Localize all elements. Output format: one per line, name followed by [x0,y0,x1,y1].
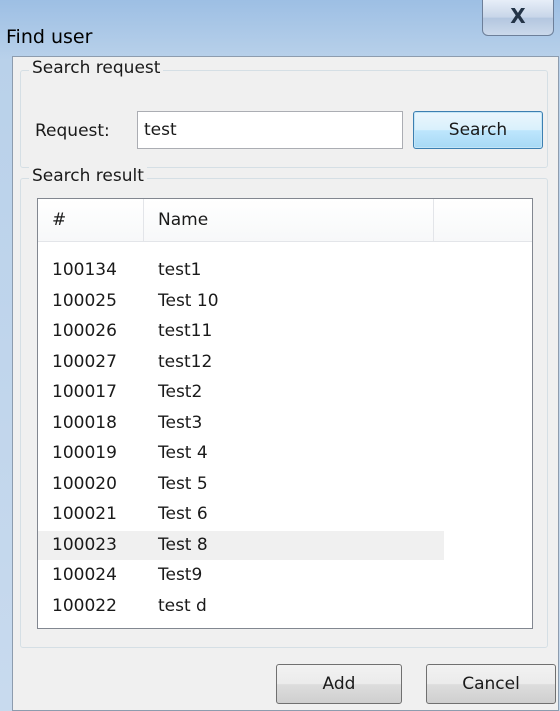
row-id: 100026 [52,321,117,341]
table-row[interactable]: 100027 test12 [38,348,444,377]
table-row[interactable]: 100020 Test 5 [38,470,444,499]
add-button[interactable]: Add [276,664,402,704]
row-name: Test2 [158,382,203,402]
row-name: test d [158,595,207,616]
find-user-dialog: Find user X Search request Request: Sear… [0,0,560,711]
row-id: 100019 [52,443,117,463]
row-name: Test 5 [158,473,208,494]
row-name: Test 8 [158,534,208,555]
close-button[interactable]: X [482,0,554,36]
table-row[interactable]: 100019 Test 4 [38,439,444,468]
column-header-spare[interactable] [434,199,532,241]
results-list[interactable]: # Name 100134 test1 100025 Test 10 100026 tes… [37,198,533,629]
row-id: 100027 [52,351,117,372]
search-result-legend: Search result [29,166,147,186]
table-row[interactable]: 100025 Test 10 [38,287,444,316]
table-row[interactable]: 100022 test d [38,592,444,621]
window-title: Find user [6,26,93,48]
row-id: 100025 [52,290,117,311]
row-id: 100018 [52,412,117,433]
table-row[interactable]: 100018 Test3 [38,409,444,438]
row-name: test1 [158,260,202,280]
request-input[interactable] [137,111,403,149]
table-row[interactable]: 100021 Test 6 [38,500,444,529]
column-header-name[interactable]: Name [144,199,434,241]
table-row[interactable]: 100134 test1 [38,256,444,285]
close-icon: X [510,4,526,28]
row-name: Test 6 [158,504,208,524]
row-name: Test 10 [158,290,219,311]
request-label: Request: [35,121,110,141]
row-id: 100021 [52,504,117,524]
row-name: test12 [158,351,213,372]
search-button[interactable]: Search [413,111,543,149]
row-id: 100017 [52,382,117,402]
list-header: # Name [38,199,532,242]
table-row[interactable]: 100017 Test2 [38,378,444,407]
row-name: Test9 [158,565,203,585]
dialog-body: Search request Request: Search Search re… [12,56,559,711]
row-id: 100022 [52,595,117,616]
row-id: 100134 [52,260,117,280]
row-id: 100020 [52,473,117,494]
table-row[interactable]: 100026 test11 [38,317,444,346]
row-id: 100023 [52,534,117,555]
search-request-legend: Search request [29,58,164,78]
title-bar[interactable]: Find user X [0,0,560,54]
row-name: Test 4 [158,443,208,463]
cancel-button[interactable]: Cancel [426,664,556,704]
column-header-id[interactable]: # [38,199,144,241]
table-row[interactable]: 100024 Test9 [38,561,444,590]
search-result-group: Search result # Name 100134 test1 100025 Te… [20,166,548,648]
search-request-group: Search request Request: Search [20,58,548,168]
row-name: test11 [158,321,213,341]
row-id: 100024 [52,565,117,585]
table-row[interactable]: 100023 Test 8 [38,530,444,560]
row-name: Test3 [158,412,203,433]
